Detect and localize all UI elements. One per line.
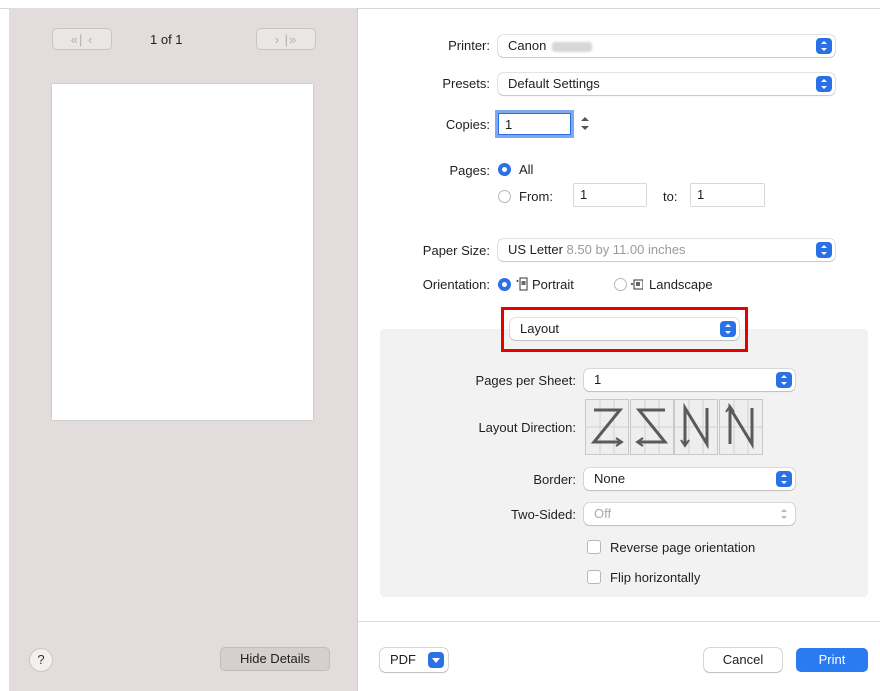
pages-from-label: From: [519,189,553,204]
pages-per-sheet-popup[interactable]: 1 [584,369,795,391]
two-sided-label: Two-Sided: [510,507,576,522]
z-direction-icon [586,400,628,454]
page-count: 1 of 1 [150,32,183,47]
reverse-orientation-checkbox[interactable] [587,540,601,554]
hide-details-button[interactable]: Hide Details [220,647,330,671]
presets-value: Default Settings [508,76,600,91]
border-value: None [594,471,626,486]
pages-to-label: to: [663,189,678,204]
border-label: Border: [533,472,576,487]
pane-divider [357,8,358,691]
printer-popup[interactable]: Canon [498,35,835,57]
pages-label: Pages: [449,163,490,178]
n-direction-icon [720,400,762,454]
paper-size-value: US Letter [508,242,563,257]
landscape-label: Landscape [649,277,713,292]
help-button[interactable]: ? [29,648,53,672]
reverse-n-direction-icon [675,400,717,454]
portrait-icon [516,277,528,291]
pages-per-sheet-value: 1 [594,372,602,387]
direction-n-reverse-button[interactable] [674,399,718,455]
chevron-down-icon [428,652,444,668]
direction-z-button[interactable] [585,399,629,455]
section-highlight-box [501,307,748,352]
two-sided-value: Off [594,506,612,521]
page-preview [52,84,313,420]
print-button[interactable]: Print [796,648,868,672]
pages-to-field[interactable]: 1 [691,184,764,206]
copies-field[interactable]: 1 [498,113,571,135]
popup-arrows-icon [816,38,832,54]
pdf-menu-button[interactable]: PDF [380,648,448,672]
redacted-model [552,41,593,52]
paper-size-popup[interactable]: US Letter 8.50 by 11.00 inches [498,239,835,261]
direction-n-button[interactable] [719,399,763,455]
reverse-z-direction-icon [631,400,673,454]
orientation-label: Orientation: [422,277,490,292]
copies-label: Copies: [445,117,490,132]
layout-direction-label: Layout Direction: [478,420,576,435]
paper-size-detail: 8.50 by 11.00 inches [566,242,686,257]
pages-all-label: All [519,162,534,177]
cancel-button[interactable]: Cancel [704,648,782,672]
popup-arrows-icon [776,471,792,487]
footer-divider [358,621,880,622]
reverse-orientation-label: Reverse page orientation [610,540,756,555]
popup-arrows-icon [776,372,792,388]
next-page-buttons[interactable]: › |» [256,28,316,50]
landscape-radio[interactable] [614,278,627,291]
portrait-radio[interactable] [498,278,511,291]
printer-label: Printer: [448,38,490,53]
pdf-label: PDF [390,652,416,667]
pages-from-field[interactable]: 1 [574,184,646,206]
popup-arrows-icon [816,76,832,92]
pages-per-sheet-label: Pages per Sheet: [475,373,576,388]
two-sided-popup[interactable]: Off [584,503,795,525]
presets-popup[interactable]: Default Settings [498,73,835,95]
flip-horizontally-label: Flip horizontally [610,570,701,585]
presets-label: Presets: [442,76,490,91]
border-popup[interactable]: None [584,468,795,490]
direction-reverse-z-button[interactable] [630,399,674,455]
printer-value: Canon [508,38,547,53]
paper-size-label: Paper Size: [422,243,490,258]
flip-horizontally-checkbox[interactable] [587,570,601,584]
pages-all-radio[interactable] [498,163,511,176]
popup-arrows-icon [816,242,832,258]
copies-stepper[interactable] [578,113,592,135]
portrait-label: Portrait [532,277,574,292]
previous-page-buttons[interactable]: «| ‹ [52,28,112,50]
pages-from-radio[interactable] [498,190,511,203]
landscape-icon [631,279,643,290]
popup-arrows-icon [777,506,791,522]
